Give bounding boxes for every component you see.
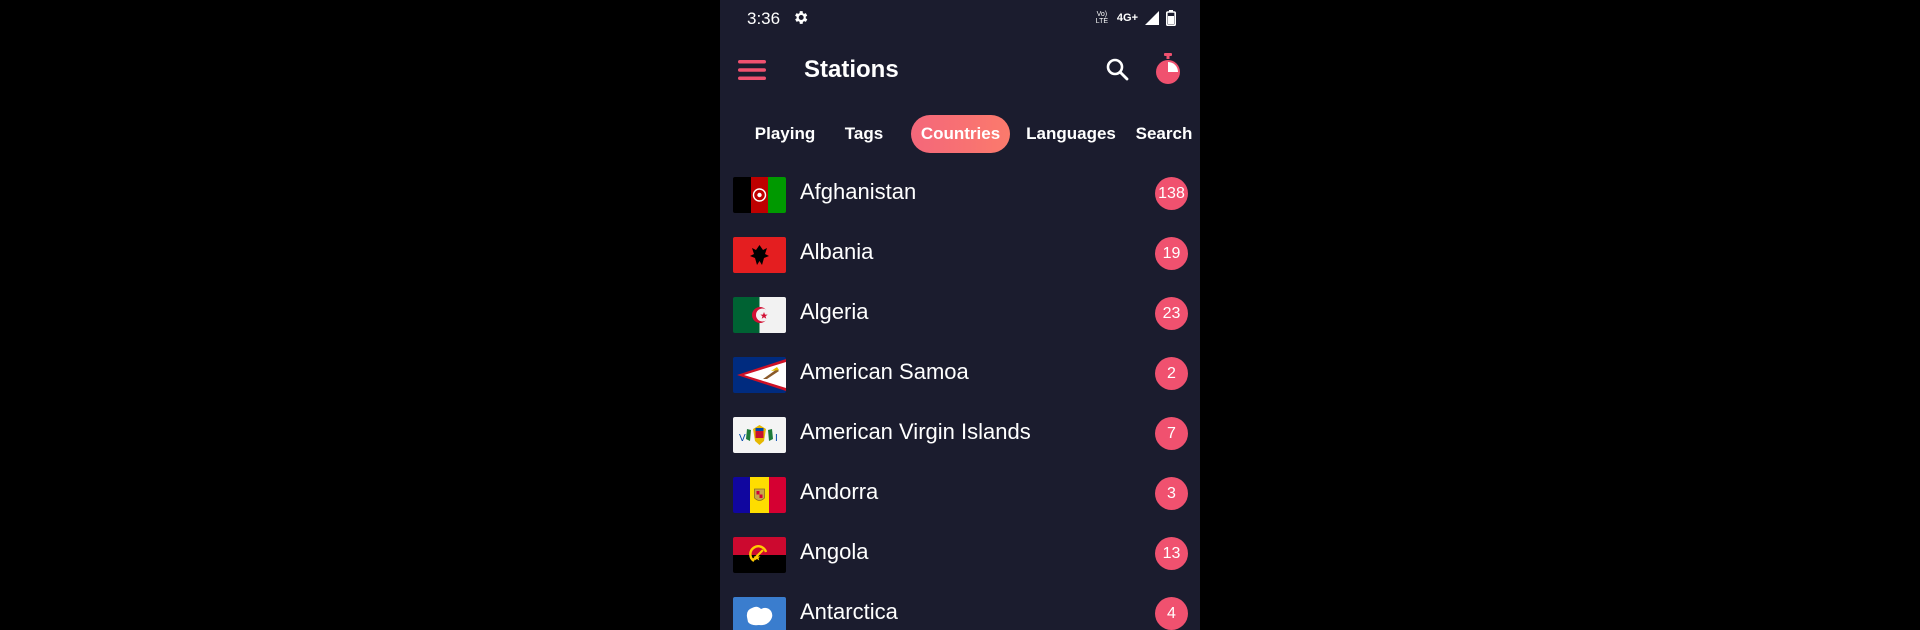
sleep-timer-icon[interactable] [1150, 50, 1186, 88]
station-count-badge: 3 [1155, 477, 1188, 510]
algeria-flag-icon [733, 297, 786, 333]
tab-languages[interactable]: Languages [1016, 115, 1126, 153]
country-name: American Virgin Islands [800, 419, 1031, 444]
list-item[interactable]: Antarctica 4 [720, 583, 1200, 630]
list-item[interactable]: Algeria 23 [720, 283, 1200, 343]
status-icons: Vo) LTE 4G+ [1093, 8, 1176, 28]
tab-bar: Playing Tags Countries Languages Search [720, 112, 1200, 154]
angola-flag-icon [733, 537, 786, 573]
tab-playing[interactable]: Playing [740, 115, 830, 153]
status-time: 3:36 [747, 9, 781, 28]
list-item[interactable]: Andorra 3 [720, 463, 1200, 523]
country-name: Andorra [800, 479, 879, 504]
tab-countries[interactable]: Countries [911, 115, 1010, 153]
list-item[interactable]: Angola 13 [720, 523, 1200, 583]
country-name: Angola [800, 539, 869, 564]
volte-indicator: Vo) LTE [1095, 11, 1109, 25]
battery-icon [1166, 10, 1176, 26]
station-count-badge: 19 [1155, 237, 1188, 270]
app-bar: Stations [720, 36, 1200, 104]
svg-text:V: V [739, 433, 746, 444]
andorra-flag-icon [733, 477, 786, 513]
hamburger-menu-icon[interactable] [736, 54, 768, 86]
list-item[interactable]: Albania 19 [720, 223, 1200, 283]
network-type: 4G+ [1116, 12, 1138, 24]
search-icon[interactable] [1100, 52, 1136, 88]
albania-flag-icon [733, 237, 786, 273]
country-name: Afghanistan [800, 179, 917, 204]
phone-screen: 3:36 Vo) LTE 4G+ Stations Playing Tags C… [720, 0, 1200, 630]
american-samoa-flag-icon [733, 357, 786, 393]
country-name: Antarctica [800, 599, 898, 624]
status-bar: 3:36 Vo) LTE 4G+ [720, 0, 1200, 36]
station-count-badge: 4 [1155, 597, 1188, 630]
country-name: American Samoa [800, 359, 969, 384]
svg-text:I: I [775, 433, 778, 444]
country-name: Albania [800, 239, 874, 264]
antarctica-flag-icon [733, 597, 786, 630]
settings-gear-icon [795, 11, 808, 24]
country-list: Afghanistan 138 Albania 19 Algeria 23 Am… [720, 163, 1200, 630]
country-name: Algeria [800, 299, 869, 324]
station-count-badge: 23 [1155, 297, 1188, 330]
station-count-badge: 138 [1155, 177, 1188, 210]
station-count-badge: 7 [1155, 417, 1188, 450]
american-virgin-islands-flag-icon: V I [733, 417, 786, 453]
signal-icon [1145, 11, 1159, 25]
list-item[interactable]: Afghanistan 138 [720, 163, 1200, 223]
list-item[interactable]: V I American Virgin Islands 7 [720, 403, 1200, 463]
station-count-badge: 2 [1155, 357, 1188, 390]
tab-tags[interactable]: Tags [832, 115, 896, 153]
station-count-badge: 13 [1155, 537, 1188, 570]
page-title: Stations [804, 56, 899, 83]
tab-search[interactable]: Search [1130, 115, 1198, 153]
list-item[interactable]: American Samoa 2 [720, 343, 1200, 403]
afghanistan-flag-icon [733, 177, 786, 213]
